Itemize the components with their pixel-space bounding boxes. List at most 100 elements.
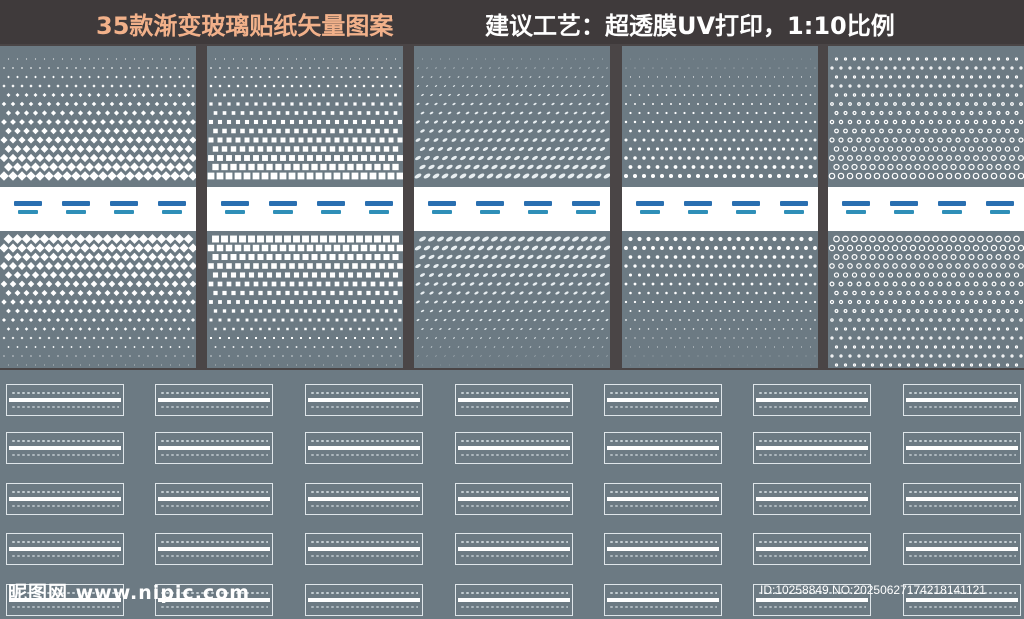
pattern-mark [879, 290, 884, 296]
pattern-mark [830, 102, 834, 106]
pattern-mark [329, 163, 336, 171]
pattern-mark [581, 273, 588, 277]
pattern-mark [154, 101, 160, 107]
pattern-mark [937, 137, 943, 143]
pattern-mark [352, 281, 358, 287]
pattern-mark [604, 120, 610, 124]
pattern-mark [905, 272, 912, 278]
pattern-mark [569, 300, 573, 304]
pattern-mark [857, 354, 861, 358]
pattern-mark [915, 75, 920, 79]
pattern-mark [906, 93, 911, 97]
pattern-mark [955, 137, 961, 143]
pattern-mark [657, 58, 658, 60]
pattern-mark [71, 243, 81, 253]
pattern-mark [263, 84, 267, 88]
pattern-mark [888, 309, 893, 313]
pattern-mark [494, 364, 495, 366]
pattern-mark [179, 364, 180, 366]
pattern-mark [321, 290, 326, 296]
pattern-mark [226, 137, 232, 143]
pattern-mark [924, 75, 929, 79]
pattern-mark [875, 336, 879, 340]
pattern-mark [317, 300, 321, 304]
pattern-mark [113, 127, 120, 135]
pattern-mark [595, 263, 601, 269]
pattern-mark [356, 235, 363, 243]
pattern-mark [554, 254, 561, 260]
pattern-mark [565, 93, 568, 97]
pattern-mark [751, 319, 753, 321]
pattern-mark [710, 76, 713, 78]
pattern-mark [581, 164, 588, 170]
pattern-mark [397, 119, 403, 125]
pattern-mark [349, 76, 352, 78]
pattern-mark [217, 119, 223, 125]
pattern-mark [629, 76, 632, 78]
pattern-mark [23, 110, 30, 116]
pattern-mark [777, 156, 781, 160]
pattern-mark [691, 255, 696, 259]
pattern-mark [231, 290, 236, 296]
pattern-mark [137, 336, 141, 340]
pattern-mark [665, 94, 668, 96]
pattern-mark [46, 101, 52, 107]
pattern-mark [473, 254, 480, 260]
pattern-mark [318, 67, 320, 69]
pattern-mark [814, 355, 816, 357]
pattern-mark [843, 110, 848, 116]
pattern-mark [711, 58, 712, 60]
pattern-mark [184, 162, 193, 172]
pattern-mark [132, 327, 137, 331]
pattern-mark [46, 119, 52, 125]
pattern-mark [338, 253, 345, 261]
pattern-mark [751, 67, 753, 69]
pattern-mark [560, 85, 564, 87]
pattern-mark [179, 153, 189, 163]
pattern-mark [255, 355, 257, 357]
pattern-mark [691, 273, 696, 277]
pattern-mark [1009, 281, 1015, 287]
pattern-mark [273, 355, 275, 357]
pattern-mark [668, 173, 674, 179]
pattern-mark [388, 155, 394, 161]
pattern-mark [240, 309, 245, 313]
pattern-mark [542, 102, 546, 106]
pattern-mark [865, 281, 871, 287]
pattern-mark [39, 355, 41, 357]
pattern-mark [18, 280, 26, 288]
pattern-mark [909, 244, 917, 252]
pattern-mark [467, 58, 468, 60]
pattern-mark [1010, 318, 1014, 322]
pattern-mark [82, 317, 88, 323]
pattern-mark [592, 346, 595, 348]
pattern-mark [272, 300, 276, 304]
pattern-mark [781, 165, 786, 169]
pattern-mark [71, 364, 72, 366]
pattern-mark [715, 67, 717, 69]
pattern-mark [727, 236, 732, 242]
pattern-mark [869, 163, 876, 171]
pattern-mark [288, 244, 296, 252]
pattern-mark [737, 328, 740, 330]
pattern-mark [929, 66, 933, 70]
pattern-mark [950, 146, 957, 152]
pattern-mark [289, 281, 295, 287]
pattern-mark [473, 147, 480, 151]
pattern-mark [747, 346, 748, 348]
pattern-mark [1001, 66, 1005, 70]
pattern-mark [682, 255, 687, 259]
pattern-mark [158, 289, 165, 297]
pattern-mark [906, 309, 911, 313]
pattern-mark [259, 327, 262, 331]
pattern-mark [839, 84, 843, 88]
pattern-mark [564, 291, 569, 295]
pattern-mark [423, 245, 431, 251]
pattern-mark [893, 354, 897, 358]
pattern-mark [68, 110, 75, 116]
pattern-mark [344, 102, 348, 106]
pattern-mark [28, 317, 34, 323]
pattern-mark [184, 145, 193, 153]
pattern-mark [76, 252, 85, 262]
pattern-mark [574, 76, 577, 78]
